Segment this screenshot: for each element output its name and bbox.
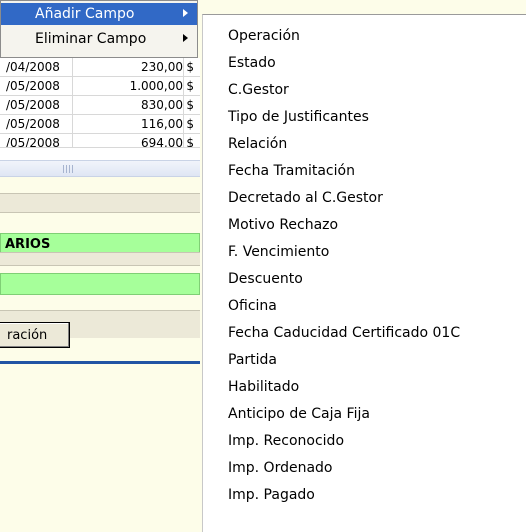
submenu-item[interactable]: Anticipo de Caja Fija: [228, 406, 370, 422]
submenu-item[interactable]: Fecha Tramitación: [228, 163, 355, 179]
submenu-item[interactable]: Imp. Pagado: [228, 487, 315, 503]
submenu-item[interactable]: C.Gestor: [228, 82, 289, 98]
submenu-item[interactable]: Imp. Ordenado: [228, 460, 333, 476]
section-label: ARIOS: [5, 237, 51, 252]
submenu-item[interactable]: Habilitado: [228, 379, 299, 395]
date-cell: /05/2008: [6, 117, 60, 131]
section-field: [0, 273, 200, 295]
currency-cell: $: [186, 60, 194, 74]
scroll-grip-icon[interactable]: [63, 165, 73, 173]
menu-item-remove-field[interactable]: Eliminar Campo: [1, 28, 197, 50]
table-row[interactable]: /05/2008 830,00 $: [0, 96, 200, 115]
menu-item-label: Eliminar Campo: [35, 31, 147, 47]
amount-cell: 830,00: [141, 98, 183, 112]
submenu-item[interactable]: Oficina: [228, 298, 277, 314]
submenu-arrow-icon: [183, 34, 188, 42]
submenu-item[interactable]: Fecha Caducidad Certificado 01C: [228, 325, 460, 341]
table-row[interactable]: /05/2008 116,00 $: [0, 115, 200, 134]
date-cell: /05/2008: [6, 98, 60, 112]
table-row[interactable]: /05/2008 1.000,00 $: [0, 77, 200, 96]
date-cell: /05/2008: [6, 136, 60, 148]
amount-cell: 1.000,00: [129, 79, 183, 93]
submenu-item[interactable]: Descuento: [228, 271, 303, 287]
submenu-item[interactable]: Relación: [228, 136, 287, 152]
action-button-label: ración: [7, 328, 48, 343]
divider: [0, 361, 200, 364]
horizontal-scrollbar[interactable]: [0, 160, 200, 177]
submenu-item[interactable]: F. Vencimiento: [228, 244, 329, 260]
date-cell: /04/2008: [6, 60, 60, 74]
field-submenu: Operación Estado C.Gestor Tipo de Justif…: [202, 14, 526, 532]
submenu-arrow-icon: [183, 9, 188, 17]
submenu-item[interactable]: Imp. Reconocido: [228, 433, 344, 449]
table-row[interactable]: /05/2008 694,00 $: [0, 134, 200, 148]
amount-cell: 694,00: [141, 136, 183, 148]
amount-cell: 116,00: [141, 117, 183, 131]
currency-cell: $: [186, 79, 194, 93]
table-row[interactable]: /04/2008 230,00 $: [0, 58, 200, 77]
action-button[interactable]: ración: [0, 322, 70, 348]
submenu-item[interactable]: Tipo de Justificantes: [228, 109, 369, 125]
panel-strip: [0, 252, 200, 266]
date-cell: /05/2008: [6, 79, 60, 93]
menu-item-add-field[interactable]: Añadir Campo: [1, 3, 197, 25]
submenu-item[interactable]: Decretado al C.Gestor: [228, 190, 383, 206]
submenu-item[interactable]: Motivo Rechazo: [228, 217, 338, 233]
amount-cell: 230,00: [141, 60, 183, 74]
context-menu: Añadir Campo Eliminar Campo: [0, 0, 198, 58]
submenu-item[interactable]: Partida: [228, 352, 277, 368]
results-table: /04/2008 230,00 $ /05/2008 1.000,00 $ /0…: [0, 58, 200, 160]
currency-cell: $: [186, 98, 194, 112]
submenu-item[interactable]: Estado: [228, 55, 276, 71]
submenu-item[interactable]: Operación: [228, 28, 300, 44]
currency-cell: $: [186, 117, 194, 131]
panel-strip: [0, 193, 200, 213]
currency-cell: $: [186, 136, 194, 148]
menu-item-label: Añadir Campo: [35, 6, 135, 22]
